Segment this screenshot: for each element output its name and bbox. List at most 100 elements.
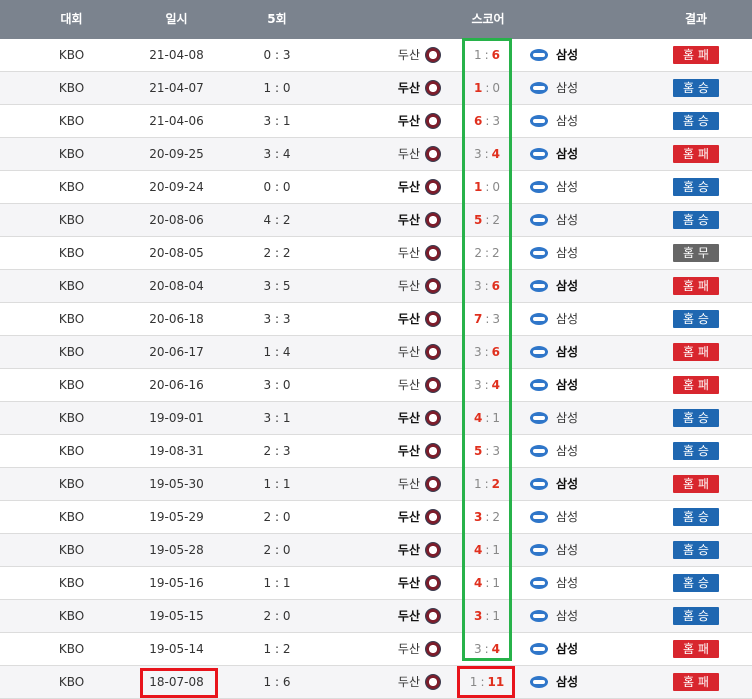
score-separator: : (484, 246, 490, 260)
table-row[interactable]: KBO 20-08-06 4 : 2 두산 5:2 삼성 홈 승 (0, 204, 752, 237)
table-row[interactable]: KBO 21-04-06 3 : 1 두산 6:3 삼성 홈 승 (0, 105, 752, 138)
table-row[interactable]: KBO 20-08-05 2 : 2 두산 2:2 삼성 홈 무 (0, 237, 752, 270)
table-row[interactable]: KBO 19-05-30 1 : 1 두산 1:2 삼성 홈 패 (0, 468, 752, 501)
result-badge: 홈 패 (673, 376, 719, 394)
table-row[interactable]: KBO 20-09-25 3 : 4 두산 3:4 삼성 홈 패 (0, 138, 752, 171)
away-team-name[interactable]: 삼성 (556, 270, 626, 302)
home-team-name[interactable]: 두산 (350, 402, 420, 434)
table-row[interactable]: KBO 21-04-07 1 : 0 두산 1:0 삼성 홈 승 (0, 72, 752, 105)
samsung-lions-logo-icon (530, 511, 548, 523)
table-row[interactable]: KBO 19-09-01 3 : 1 두산 4:1 삼성 홈 승 (0, 402, 752, 435)
score-separator: : (485, 180, 490, 194)
samsung-lions-logo-icon (530, 148, 548, 160)
away-team-name[interactable]: 삼성 (556, 567, 626, 599)
away-team-name[interactable]: 삼성 (556, 633, 626, 665)
away-team-name[interactable]: 삼성 (556, 336, 626, 368)
home-score: 3 (473, 345, 482, 359)
home-score: 4 (473, 576, 483, 590)
result-badge: 홈 패 (673, 640, 719, 658)
table-row[interactable]: KBO 20-09-24 0 : 0 두산 1:0 삼성 홈 승 (0, 171, 752, 204)
away-score: 0 (492, 180, 501, 194)
home-team-name[interactable]: 두산 (350, 105, 420, 137)
home-score: 1 (469, 675, 478, 689)
away-team-name[interactable]: 삼성 (556, 468, 626, 500)
table-row[interactable]: KBO 19-05-28 2 : 0 두산 4:1 삼성 홈 승 (0, 534, 752, 567)
table-row[interactable]: KBO 20-08-04 3 : 5 두산 3:6 삼성 홈 패 (0, 270, 752, 303)
score-separator: : (485, 81, 490, 95)
home-team-name[interactable]: 두산 (350, 435, 420, 467)
table-row[interactable]: KBO 18-07-08 1 : 6 두산 1:11 삼성 홈 패 (0, 666, 752, 699)
home-team-name[interactable]: 두산 (350, 138, 420, 170)
home-team-name[interactable]: 두산 (350, 237, 420, 269)
table-row[interactable]: KBO 19-05-29 2 : 0 두산 3:2 삼성 홈 승 (0, 501, 752, 534)
home-team-name[interactable]: 두산 (350, 501, 420, 533)
table-row[interactable]: KBO 19-05-16 1 : 1 두산 4:1 삼성 홈 승 (0, 567, 752, 600)
doosan-bears-logo-icon (425, 311, 441, 327)
away-score: 2 (492, 246, 500, 260)
table-row[interactable]: KBO 21-04-08 0 : 3 두산 1:6 삼성 홈 패 (0, 39, 752, 72)
table-row[interactable]: KBO 20-06-18 3 : 3 두산 7:3 삼성 홈 승 (0, 303, 752, 336)
header-five-inning: 5회 (267, 12, 287, 26)
home-team-name[interactable]: 두산 (350, 39, 420, 71)
score-separator: : (484, 345, 489, 359)
table-row[interactable]: KBO 19-05-14 1 : 2 두산 3:4 삼성 홈 패 (0, 633, 752, 666)
match-history-table: 대회 일시 5회 스코어 결과 KBO 21-04-08 0 : 3 두산 1:6 삼성 홈… (0, 0, 752, 699)
home-team-name[interactable]: 두산 (350, 303, 420, 335)
samsung-lions-logo-icon (530, 379, 548, 391)
five-inning-cell: 1 : 2 (263, 642, 291, 656)
away-team-name[interactable]: 삼성 (556, 600, 626, 632)
table-header: 대회 일시 5회 스코어 결과 (0, 0, 752, 39)
away-team-name[interactable]: 삼성 (556, 402, 626, 434)
away-team-name[interactable]: 삼성 (556, 501, 626, 533)
samsung-lions-logo-icon (530, 115, 548, 127)
home-team-name[interactable]: 두산 (350, 171, 420, 203)
five-inning-cell: 0 : 3 (263, 48, 291, 62)
away-team-name[interactable]: 삼성 (556, 435, 626, 467)
home-score: 2 (474, 246, 482, 260)
doosan-bears-logo-icon (425, 278, 441, 294)
home-team-name[interactable]: 두산 (350, 567, 420, 599)
score-cell: 5:3 (462, 435, 512, 467)
home-team-name[interactable]: 두산 (350, 666, 420, 698)
home-team-name[interactable]: 두산 (350, 204, 420, 236)
away-team-name[interactable]: 삼성 (556, 39, 626, 71)
result-badge: 홈 패 (673, 145, 719, 163)
home-score: 1 (473, 180, 483, 194)
result-badge: 홈 패 (673, 46, 719, 64)
home-score: 1 (473, 81, 483, 95)
doosan-bears-logo-icon (425, 575, 441, 591)
away-team-name[interactable]: 삼성 (556, 171, 626, 203)
samsung-lions-logo-icon (530, 478, 548, 490)
away-team-name[interactable]: 삼성 (556, 138, 626, 170)
home-team-name[interactable]: 두산 (350, 369, 420, 401)
away-team-name[interactable]: 삼성 (556, 534, 626, 566)
home-team-name[interactable]: 두산 (350, 600, 420, 632)
home-team-name[interactable]: 두산 (350, 468, 420, 500)
score-cell: 3:4 (462, 138, 512, 170)
table-row[interactable]: KBO 20-06-17 1 : 4 두산 3:6 삼성 홈 패 (0, 336, 752, 369)
doosan-bears-logo-icon (425, 377, 441, 393)
away-team-name[interactable]: 삼성 (556, 105, 626, 137)
away-team-name[interactable]: 삼성 (556, 369, 626, 401)
home-team-name[interactable]: 두산 (350, 336, 420, 368)
table-row[interactable]: KBO 19-05-15 2 : 0 두산 3:1 삼성 홈 승 (0, 600, 752, 633)
five-inning-cell: 3 : 1 (263, 114, 291, 128)
away-team-name[interactable]: 삼성 (556, 72, 626, 104)
five-inning-cell: 3 : 1 (263, 411, 291, 425)
home-team-name[interactable]: 두산 (350, 633, 420, 665)
away-team-name[interactable]: 삼성 (556, 237, 626, 269)
home-score: 5 (473, 444, 483, 458)
home-team-name[interactable]: 두산 (350, 534, 420, 566)
table-row[interactable]: KBO 19-08-31 2 : 3 두산 5:3 삼성 홈 승 (0, 435, 752, 468)
score-cell: 7:3 (462, 303, 512, 335)
away-team-name[interactable]: 삼성 (556, 204, 626, 236)
away-team-name[interactable]: 삼성 (556, 666, 626, 698)
away-team-name[interactable]: 삼성 (556, 303, 626, 335)
doosan-bears-logo-icon (425, 476, 441, 492)
samsung-lions-logo-icon (530, 412, 548, 424)
doosan-bears-logo-icon (425, 179, 441, 195)
home-team-name[interactable]: 두산 (350, 72, 420, 104)
home-team-name[interactable]: 두산 (350, 270, 420, 302)
score-separator: : (484, 147, 489, 161)
table-row[interactable]: KBO 20-06-16 3 : 0 두산 3:4 삼성 홈 패 (0, 369, 752, 402)
